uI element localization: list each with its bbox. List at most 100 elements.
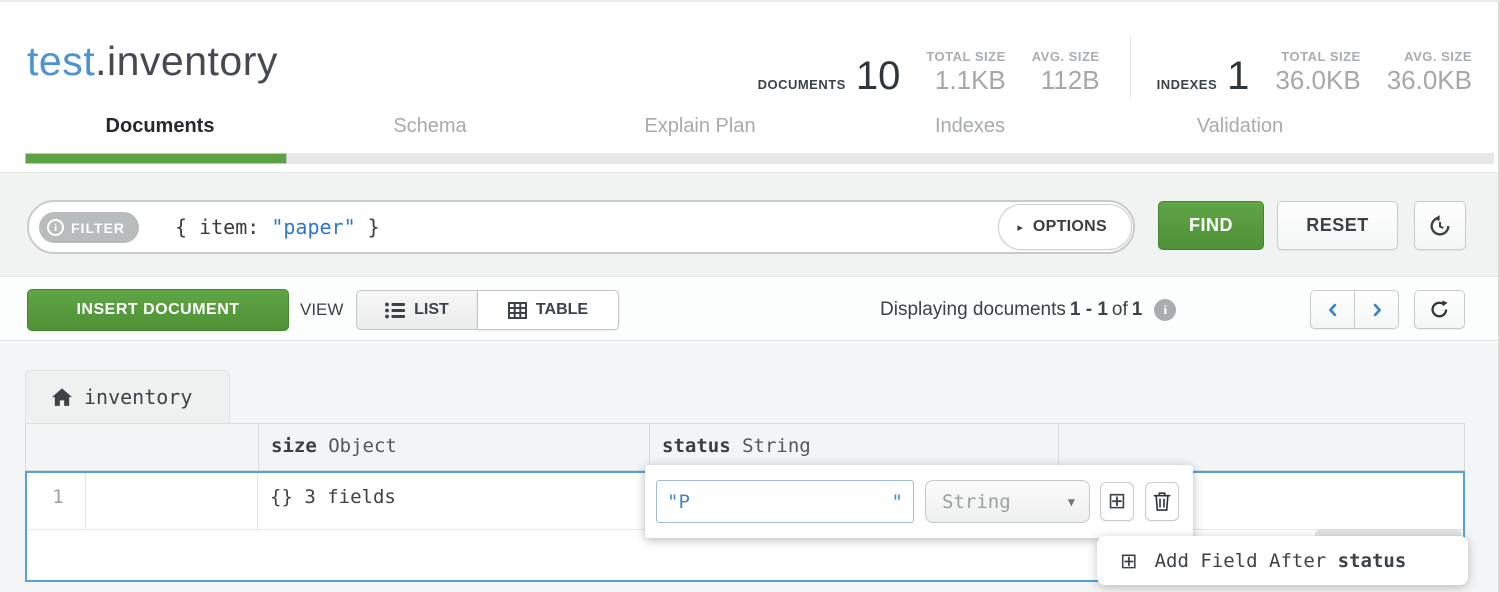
menu-label-prefix: Add Field After [1155, 550, 1338, 572]
cell-divider [257, 473, 258, 529]
breadcrumb-tab[interactable]: inventory [25, 370, 230, 423]
documents-total-size-stat: TOTAL SIZE 1.1KB [926, 49, 1005, 97]
documents-avg-size-stat: AVG. SIZE 112B [1032, 49, 1100, 97]
status-range: 1 - 1 [1070, 299, 1108, 321]
table-view-area: inventory size Object status String 1 {}… [0, 342, 1500, 592]
trash-icon [1153, 491, 1171, 512]
collection-tabs: Documents Schema Explain Plan Indexes Va… [25, 115, 1375, 138]
filter-query-text: { item: "paper" } [175, 215, 380, 239]
pagination-info-icon[interactable]: i [1154, 299, 1176, 321]
add-field-button[interactable]: ⊞ [1100, 482, 1134, 521]
indexes-total-size-stat: TOTAL SIZE 36.0KB [1275, 49, 1360, 97]
query-history-button[interactable] [1414, 201, 1466, 250]
list-icon [385, 302, 405, 319]
column-type: String [742, 435, 811, 457]
filter-pill[interactable]: i FILTER [39, 212, 139, 243]
size-object-cell[interactable]: {} 3 fields [270, 486, 396, 508]
type-select-value: String [942, 491, 1011, 513]
column-name: status [662, 435, 731, 457]
header-divider [1058, 424, 1059, 470]
database-name: test [27, 38, 95, 84]
add-field-after-item[interactable]: Add Field After status [1155, 550, 1407, 572]
indexes-avg-size-label: AVG. SIZE [1387, 49, 1472, 64]
breadcrumb-label: inventory [84, 385, 192, 409]
header-divider [649, 424, 650, 470]
indexes-stat: INDEXES 1 [1157, 56, 1250, 96]
query-suffix: } [356, 215, 380, 239]
documents-total-size-label: TOTAL SIZE [926, 49, 1005, 64]
find-button[interactable]: FIND [1158, 201, 1264, 250]
indexes-avg-size-stat: AVG. SIZE 36.0KB [1387, 49, 1472, 97]
documents-avg-size-value: 112B [1032, 64, 1100, 97]
namespace-dot: . [95, 38, 107, 84]
list-label: LIST [414, 301, 449, 319]
status-total: 1 [1132, 299, 1143, 321]
row-number: 1 [43, 486, 73, 508]
refresh-documents-button[interactable] [1414, 290, 1465, 329]
collection-stats: DOCUMENTS 10 TOTAL SIZE 1.1KB AVG. SIZE … [758, 28, 1472, 98]
indexes-total-size-label: TOTAL SIZE [1275, 49, 1360, 64]
chevron-right-icon [1368, 301, 1386, 319]
collection-name: inventory [107, 38, 278, 84]
options-button[interactable]: ▸ OPTIONS [998, 204, 1132, 250]
refresh-icon [1429, 299, 1450, 320]
add-field-menu: ⊞ Add Field After status [1097, 536, 1468, 585]
chevron-left-icon [1324, 301, 1342, 319]
column-header-size: size Object [271, 435, 397, 457]
home-icon [52, 388, 72, 407]
next-page-button[interactable] [1354, 290, 1399, 329]
column-name: size [271, 435, 317, 457]
pagination-controls [1310, 290, 1399, 329]
table-icon [508, 302, 527, 319]
closing-quote: " [892, 491, 903, 513]
insert-document-button[interactable]: INSERT DOCUMENT [27, 289, 289, 331]
column-type: Object [328, 435, 397, 457]
collection-header: test.inventory DOCUMENTS 10 TOTAL SIZE 1… [0, 2, 1500, 170]
string-value-input[interactable]: "P " [656, 480, 914, 523]
reset-button[interactable]: RESET [1277, 201, 1398, 250]
delete-field-button[interactable] [1145, 482, 1179, 521]
active-tab-indicator [25, 153, 287, 164]
documents-toolbar: INSERT DOCUMENT VIEW LIST [0, 278, 1500, 341]
tab-schema[interactable]: Schema [295, 115, 565, 138]
header-divider [258, 424, 259, 470]
cell-divider [85, 473, 86, 529]
indexes-label: INDEXES [1157, 77, 1218, 92]
tab-validation[interactable]: Validation [1105, 115, 1375, 138]
table-label: TABLE [536, 301, 588, 319]
query-string-value: "paper" [271, 215, 355, 239]
options-caret-icon: ▸ [1017, 221, 1023, 234]
menu-target-field: status [1338, 550, 1407, 572]
documents-avg-size-label: AVG. SIZE [1032, 49, 1100, 64]
prev-page-button[interactable] [1310, 290, 1355, 329]
tab-indexes[interactable]: Indexes [835, 115, 1105, 138]
indexes-avg-size-value: 36.0KB [1387, 64, 1472, 97]
table-view-button[interactable]: TABLE [477, 290, 619, 330]
view-label: VIEW [300, 278, 343, 341]
options-label: OPTIONS [1033, 218, 1107, 236]
stats-divider [1130, 36, 1131, 98]
type-select-dropdown[interactable]: String ▼ [925, 480, 1090, 523]
grid-header-row: size Object status String [25, 423, 1465, 471]
documents-total-size-value: 1.1KB [926, 64, 1005, 97]
tab-underline-track [25, 153, 1494, 164]
value-text: "P [667, 491, 690, 513]
filter-info-icon: i [47, 219, 64, 236]
indexes-total-size-value: 36.0KB [1275, 64, 1360, 97]
documents-count: 10 [856, 56, 901, 96]
indexes-count: 1 [1227, 56, 1249, 96]
query-bar: i FILTER { item: "paper" } ▸ OPTIONS FIN… [0, 172, 1500, 277]
query-prefix: { item: [175, 215, 271, 239]
documents-stat: DOCUMENTS 10 [758, 56, 901, 96]
chevron-down-icon: ▼ [1068, 495, 1075, 509]
history-icon [1428, 214, 1452, 238]
status-of: of [1112, 299, 1128, 321]
tab-documents[interactable]: Documents [25, 115, 295, 138]
filter-input[interactable]: i FILTER { item: "paper" } ▸ OPTIONS [27, 200, 1135, 254]
pagination-status: Displaying documents 1 - 1 of 1 i [880, 278, 1176, 341]
tab-explain-plan[interactable]: Explain Plan [565, 115, 835, 138]
status-prefix: Displaying documents [880, 299, 1066, 321]
compass-documents-view: test.inventory DOCUMENTS 10 TOTAL SIZE 1… [0, 0, 1500, 592]
list-view-button[interactable]: LIST [356, 290, 478, 330]
view-switcher: LIST TABLE [356, 290, 619, 330]
